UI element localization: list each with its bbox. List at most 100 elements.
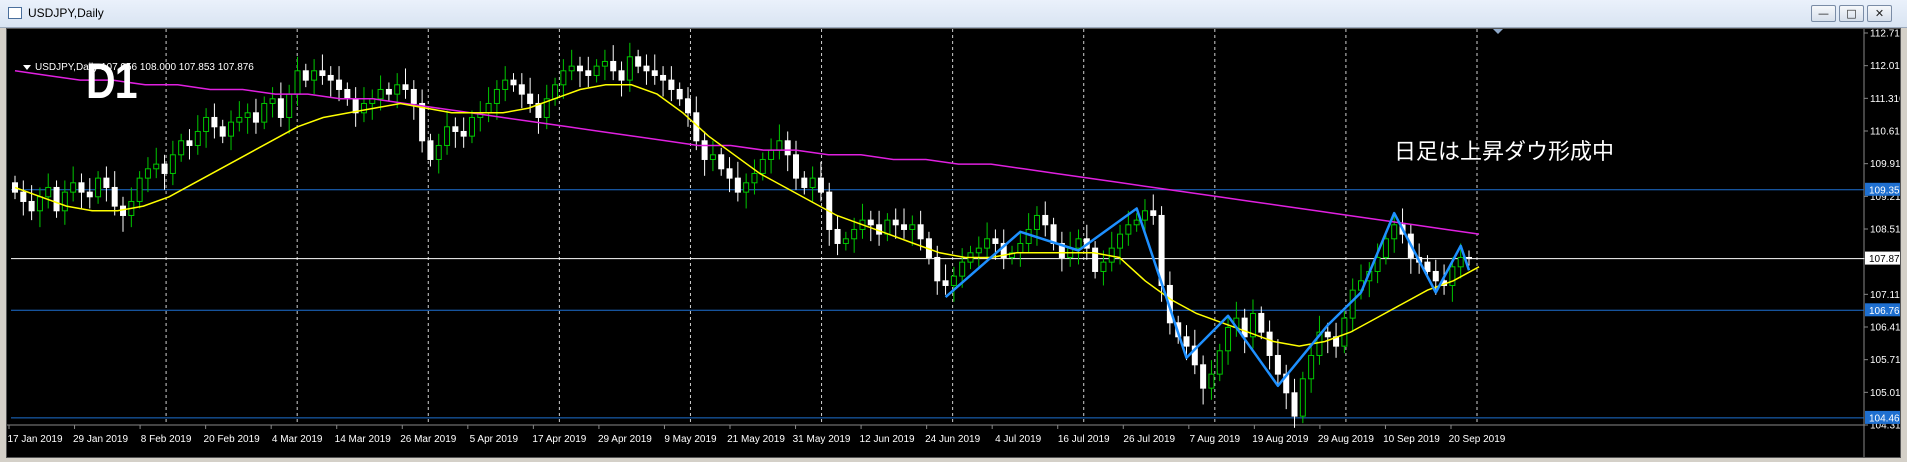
candle-body bbox=[336, 79, 343, 90]
candle-body bbox=[1466, 256, 1472, 260]
candle-body bbox=[95, 177, 102, 198]
candle-body bbox=[1291, 392, 1298, 417]
candle-body bbox=[892, 219, 899, 226]
candle-body bbox=[61, 191, 68, 212]
candle-body bbox=[1308, 354, 1315, 380]
candle-body bbox=[203, 116, 210, 132]
candle-body bbox=[419, 102, 426, 142]
y-tick-label: 112.010 bbox=[1870, 61, 1900, 72]
candle-body bbox=[568, 65, 575, 72]
y-tick-label: 105.710 bbox=[1870, 355, 1900, 366]
candle-body bbox=[1200, 364, 1207, 389]
candle-body bbox=[1017, 242, 1024, 254]
candle-body bbox=[709, 154, 716, 160]
candle-body bbox=[552, 84, 559, 100]
x-tick-label: 4 Mar 2019 bbox=[272, 434, 323, 445]
candle-body bbox=[867, 219, 874, 226]
candle-body bbox=[1324, 331, 1331, 338]
candle-body bbox=[153, 163, 160, 170]
candle-body bbox=[70, 182, 77, 193]
candle-body bbox=[909, 224, 916, 230]
price-level-label: 107.876 bbox=[1869, 254, 1900, 265]
candle-body bbox=[211, 116, 218, 128]
x-tick-label: 20 Feb 2019 bbox=[204, 434, 261, 445]
candle-body bbox=[1216, 350, 1223, 375]
x-tick-label: 21 May 2019 bbox=[727, 434, 785, 445]
chart-window-icon bbox=[8, 7, 22, 19]
candle-body bbox=[327, 74, 334, 81]
candle-body bbox=[161, 163, 168, 174]
candle-body bbox=[1424, 261, 1431, 272]
candle-body bbox=[427, 140, 434, 160]
candle-body bbox=[726, 168, 733, 179]
candle-body bbox=[1133, 219, 1140, 226]
candle-body bbox=[1341, 317, 1348, 347]
candle-body bbox=[743, 182, 750, 193]
maximize-button[interactable]: □ bbox=[1839, 5, 1864, 22]
candle-body bbox=[1183, 336, 1190, 347]
chart-shift-marker bbox=[1493, 29, 1503, 34]
candle-body bbox=[286, 93, 293, 118]
candle-body bbox=[660, 74, 667, 81]
candle-body bbox=[842, 238, 849, 244]
candle-body bbox=[261, 102, 268, 123]
candle-body bbox=[1258, 312, 1265, 333]
candle-body bbox=[194, 130, 201, 146]
candle-body bbox=[1274, 354, 1281, 375]
candle-body bbox=[643, 65, 650, 72]
y-tick-label: 108.510 bbox=[1870, 225, 1900, 236]
candle-body bbox=[984, 238, 991, 249]
candle-body bbox=[610, 60, 617, 72]
candle-body bbox=[111, 186, 118, 207]
candle-body bbox=[684, 98, 691, 114]
close-button[interactable]: ✕ bbox=[1867, 5, 1892, 22]
candle-body bbox=[942, 280, 949, 286]
x-tick-label: 16 Jul 2019 bbox=[1058, 434, 1110, 445]
candle-body bbox=[527, 93, 534, 104]
candle-body bbox=[20, 191, 27, 202]
candle-body bbox=[178, 140, 185, 156]
candle-body bbox=[53, 186, 60, 212]
candle-body bbox=[817, 177, 824, 193]
candle-body bbox=[485, 102, 492, 114]
price-level-label: 106.768 bbox=[1869, 306, 1900, 317]
candle-body bbox=[560, 70, 567, 86]
trend-annotation: 日足は上昇ダウ形成中 bbox=[1394, 140, 1615, 165]
candle-body bbox=[834, 228, 841, 244]
candle-body bbox=[444, 126, 451, 146]
candle-body bbox=[1075, 238, 1082, 249]
candle-body bbox=[934, 256, 941, 282]
candle-body bbox=[618, 70, 625, 81]
candle-body bbox=[377, 88, 384, 100]
x-tick-label: 29 Jan 2019 bbox=[73, 434, 128, 445]
candle-body bbox=[311, 70, 318, 81]
candle-body bbox=[1141, 210, 1148, 221]
x-tick-label: 26 Jul 2019 bbox=[1123, 434, 1175, 445]
candle-body bbox=[768, 149, 775, 160]
candle-body bbox=[901, 224, 908, 230]
candle-body bbox=[169, 154, 176, 174]
candle-body bbox=[1125, 224, 1132, 235]
minimize-button[interactable]: — bbox=[1811, 5, 1836, 22]
candle-body bbox=[144, 168, 151, 179]
dropdown-arrow-icon[interactable] bbox=[23, 64, 31, 70]
candle-body bbox=[1299, 378, 1306, 417]
y-tick-label: 112.710 bbox=[1870, 29, 1900, 40]
candle-body bbox=[751, 172, 758, 184]
price-chart[interactable]: 17 Jan 2019 29 Jan 2019 8 Feb 2019 20 Feb 2… bbox=[7, 29, 1900, 457]
candle-body bbox=[344, 88, 351, 100]
candle-body bbox=[884, 219, 891, 235]
timeframe-label: D1 bbox=[86, 53, 138, 109]
candle-body bbox=[228, 121, 235, 137]
candle-body bbox=[851, 228, 858, 240]
candle-body bbox=[319, 70, 326, 76]
x-tick-label: 17 Apr 2019 bbox=[532, 434, 586, 445]
candle-body bbox=[36, 196, 43, 212]
candle-body bbox=[1033, 214, 1040, 230]
chart-area[interactable]: 17 Jan 2019 29 Jan 2019 8 Feb 2019 20 Feb 2… bbox=[6, 28, 1901, 458]
candle-body bbox=[701, 140, 708, 160]
candle-body bbox=[734, 177, 741, 193]
candle-body bbox=[1150, 210, 1157, 216]
candle-body bbox=[676, 88, 683, 100]
moving-average-fast bbox=[14, 84, 1480, 347]
